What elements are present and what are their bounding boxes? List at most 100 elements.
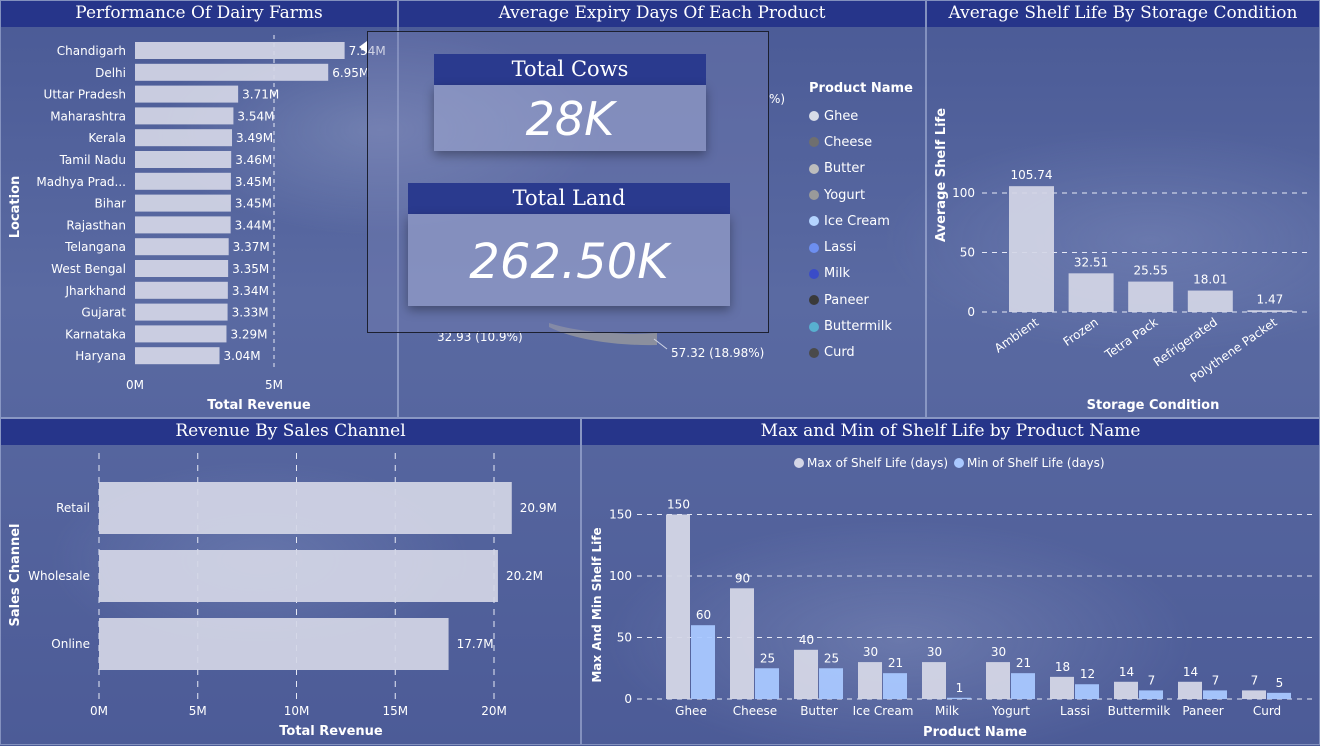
category-label: Haryana: [75, 349, 126, 363]
data-label: 3.04M: [224, 349, 261, 363]
data-label: 17.7M: [457, 637, 494, 651]
expiry-title: Average Expiry Days Of Each Product: [399, 1, 925, 27]
bar: [1178, 681, 1202, 699]
bar: [883, 673, 907, 699]
pie-legend-item[interactable]: Milk: [809, 261, 924, 287]
pie-legend-label: Buttermilk: [824, 319, 892, 335]
total-land-card[interactable]: Total Land 262.50K: [408, 183, 730, 306]
category-label: Madhya Prad...: [36, 175, 126, 189]
shelf-chart: 0 50 100 105.74 Ambient 32.51 Frozen 25.55 Tetra…: [934, 108, 1312, 413]
y-axis-title: Sales Channel: [8, 523, 23, 626]
data-label: 30: [991, 645, 1006, 659]
pie-legend-label: Ghee: [824, 108, 859, 124]
bar: [1203, 690, 1227, 699]
category-label: Rajasthan: [66, 218, 126, 232]
y-tick: 150: [609, 508, 632, 522]
data-label: 25: [824, 651, 839, 665]
bar: [1114, 681, 1138, 699]
legend-label: Min of Shelf Life (days): [967, 456, 1105, 470]
legend-dot-icon: [809, 111, 819, 122]
pie-legend-item[interactable]: Yogurt: [809, 182, 924, 208]
category-label: Online: [51, 637, 90, 651]
data-label: 30: [927, 645, 942, 659]
category-label: Maharashtra: [50, 109, 126, 123]
legend-dot-icon: [809, 321, 819, 332]
total-cows-card[interactable]: Total Cows 28K: [434, 54, 706, 151]
maxmin-chart: Max of Shelf Life (days) Min of Shelf Lif…: [590, 456, 1317, 740]
bar: [135, 194, 231, 212]
pie-legend-item[interactable]: Ghee: [809, 103, 924, 129]
data-label: 7: [1148, 673, 1156, 687]
pie-legend-label: Lassi: [824, 240, 857, 256]
pie-legend-item[interactable]: Ice Cream: [809, 208, 924, 234]
bar: [1075, 684, 1099, 699]
pie-legend-item[interactable]: Cheese: [809, 129, 924, 155]
category-label: Delhi: [95, 66, 126, 80]
legend-dot-icon: [809, 163, 819, 174]
channel-title: Revenue By Sales Channel: [1, 419, 580, 445]
pie-legend-item[interactable]: Paneer: [809, 287, 924, 313]
bar: [819, 668, 843, 699]
pie-legend-item[interactable]: Butter: [809, 156, 924, 182]
bar: [135, 238, 229, 256]
pie-legend-item[interactable]: Curd: [809, 340, 924, 366]
data-label: 1: [956, 681, 964, 695]
bar: [1139, 690, 1163, 699]
x-axis-title: Total Revenue: [279, 724, 383, 739]
kpi-overlay: Total Cows 28K Total Land 262.50K: [367, 31, 769, 333]
shelf-title: Average Shelf Life By Storage Condition: [927, 1, 1319, 27]
data-label: 25: [760, 651, 775, 665]
pie-legend-title: Product Name: [809, 81, 913, 96]
category-label: Lassi: [1060, 704, 1090, 718]
data-label: 18: [1055, 660, 1070, 674]
bar: [666, 514, 690, 699]
category-label: Curd: [1253, 704, 1281, 718]
legend-dot-icon: [809, 242, 819, 253]
bar: [794, 649, 818, 699]
bar: [922, 662, 946, 699]
farms-title: Performance Of Dairy Farms: [1, 1, 397, 27]
total-land-value: 262.50K: [408, 214, 730, 306]
channel-chart: 0M 5M 10M 15M 20M Retail 20.9M Wholesale 20.2M On…: [8, 453, 557, 739]
category-label: Kerala: [88, 131, 126, 145]
farms-chart: Chandigarh 7.54MDelhi 6.95MUttar Pradesh 3.…: [8, 35, 386, 413]
data-label: 32.51: [1074, 255, 1108, 269]
pie-legend-label: Cheese: [824, 134, 873, 150]
data-label: 3.45M: [235, 175, 272, 189]
data-label: 60: [696, 608, 711, 622]
data-label: 3.29M: [230, 327, 267, 341]
data-label: 150: [667, 498, 690, 512]
pie-legend-item[interactable]: Buttermilk: [809, 313, 924, 339]
legend-dot-icon: [809, 190, 819, 201]
bar: [1009, 186, 1054, 312]
bar: [135, 129, 233, 147]
x-tick: 5M: [189, 704, 207, 718]
x-axis-title: Total Revenue: [207, 398, 311, 413]
bar: [135, 281, 228, 299]
category-label: Karnataka: [65, 327, 126, 341]
data-label: 21: [888, 656, 903, 670]
bar: [135, 216, 231, 234]
data-label: 25.55: [1134, 264, 1168, 278]
pie-legend-item[interactable]: Lassi: [809, 234, 924, 260]
x-tick: 5M: [265, 378, 283, 392]
category-label: Milk: [935, 704, 959, 718]
data-label: 12: [1080, 667, 1095, 681]
data-label: 3.34M: [232, 284, 269, 298]
y-tick: 0: [967, 305, 975, 319]
legend-dot-icon: [809, 137, 819, 148]
pie-legend-label: Milk: [824, 266, 850, 282]
bar: [135, 303, 228, 321]
pie-legend-label: Curd: [824, 345, 855, 361]
data-label: 21: [1016, 656, 1031, 670]
category-label: West Bengal: [51, 262, 126, 276]
bar: [135, 85, 239, 103]
bar: [99, 618, 449, 670]
category-label: Tetra Pack: [1102, 315, 1161, 362]
data-label: 40: [799, 633, 814, 647]
data-label: 3.33M: [232, 306, 269, 320]
bar: [135, 347, 220, 365]
data-label: 3.35M: [232, 262, 269, 276]
category-label: Uttar Pradesh: [44, 88, 126, 102]
x-axis-title: Product Name: [923, 725, 1027, 740]
